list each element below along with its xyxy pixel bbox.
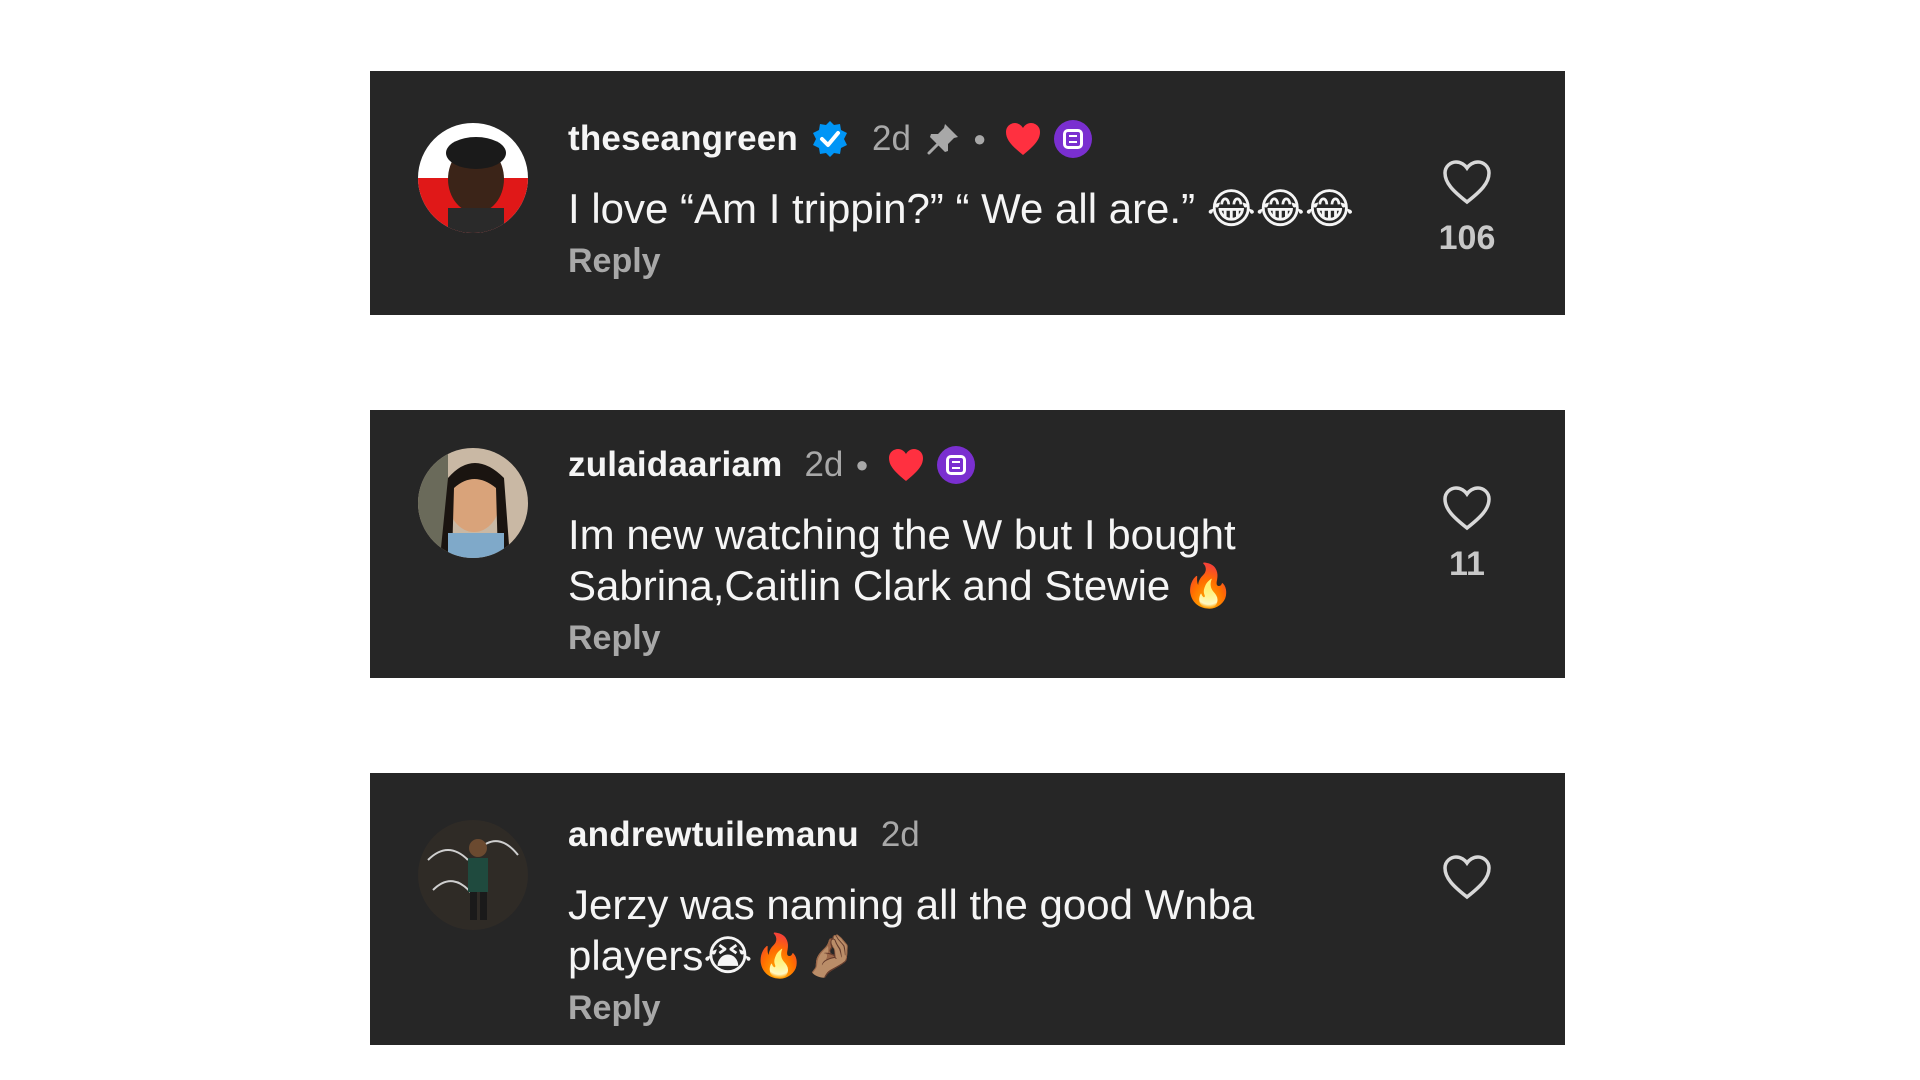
comment-text: Im new watching the W but I bought Sabri…	[568, 509, 1435, 611]
like-count: 11	[1449, 545, 1485, 583]
avatar[interactable]	[418, 123, 528, 233]
username[interactable]: theseangreen	[568, 119, 798, 159]
comment-text-line: players😭🔥🤌🏽	[568, 932, 858, 979]
username[interactable]: zulaidaariam	[568, 445, 782, 485]
comment-text-line: Sabrina,Caitlin Clark and Stewie 🔥	[568, 562, 1235, 609]
like-count: 106	[1438, 219, 1496, 257]
reply-button[interactable]: Reply	[568, 989, 1435, 1028]
comment-header: andrewtuilemanu 2d	[568, 809, 1435, 861]
like-heart-icon	[1443, 855, 1491, 900]
separator-dot: ●	[972, 126, 987, 151]
reply-button[interactable]: Reply	[568, 619, 1435, 658]
comment-text: Jerzy was naming all the good Wnba playe…	[568, 879, 1435, 981]
comment-content: zulaidaariam 2d ● Im new watching the W …	[568, 439, 1435, 658]
reply-button[interactable]: Reply	[568, 242, 1435, 281]
separator-dot: ●	[855, 452, 869, 477]
comment-time: 2d	[872, 119, 911, 158]
like-button[interactable]	[1427, 854, 1507, 900]
creator-badge-icon	[936, 446, 975, 484]
comment-text-line: Im new watching the W but I bought	[568, 511, 1236, 558]
comment-time: 2d	[880, 815, 920, 854]
like-heart-icon	[1443, 160, 1491, 205]
comment-content: theseangreen 2d ● I love “Am I trippin?”…	[568, 113, 1435, 281]
like-heart-icon	[1443, 486, 1491, 531]
avatar[interactable]	[418, 448, 528, 558]
creator-badge-icon	[1054, 120, 1093, 158]
comment-text-line: Jerzy was naming all the good Wnba	[568, 881, 1255, 928]
comment-card: andrewtuilemanu 2d Jerzy was naming all …	[370, 773, 1565, 1045]
comment-text: I love “Am I trippin?” “ We all are.” 😂😂…	[568, 185, 1354, 232]
comment-header: zulaidaariam 2d ●	[568, 439, 1435, 491]
comment-time: 2d	[804, 445, 844, 484]
username[interactable]: andrewtuilemanu	[568, 815, 859, 855]
comment-header: theseangreen 2d ●	[568, 113, 1435, 165]
avatar[interactable]	[418, 820, 528, 930]
verified-badge-icon	[810, 119, 850, 159]
like-button[interactable]: 106	[1427, 159, 1507, 258]
pin-icon	[925, 121, 961, 157]
comment-card: theseangreen 2d ● I love “Am I trippin?”…	[370, 71, 1565, 315]
comment-card: zulaidaariam 2d ● Im new watching the W …	[370, 410, 1565, 678]
heart-icon	[1004, 121, 1042, 157]
heart-icon	[887, 447, 925, 483]
comment-content: andrewtuilemanu 2d Jerzy was naming all …	[568, 809, 1435, 1028]
like-button[interactable]: 11	[1427, 485, 1507, 584]
